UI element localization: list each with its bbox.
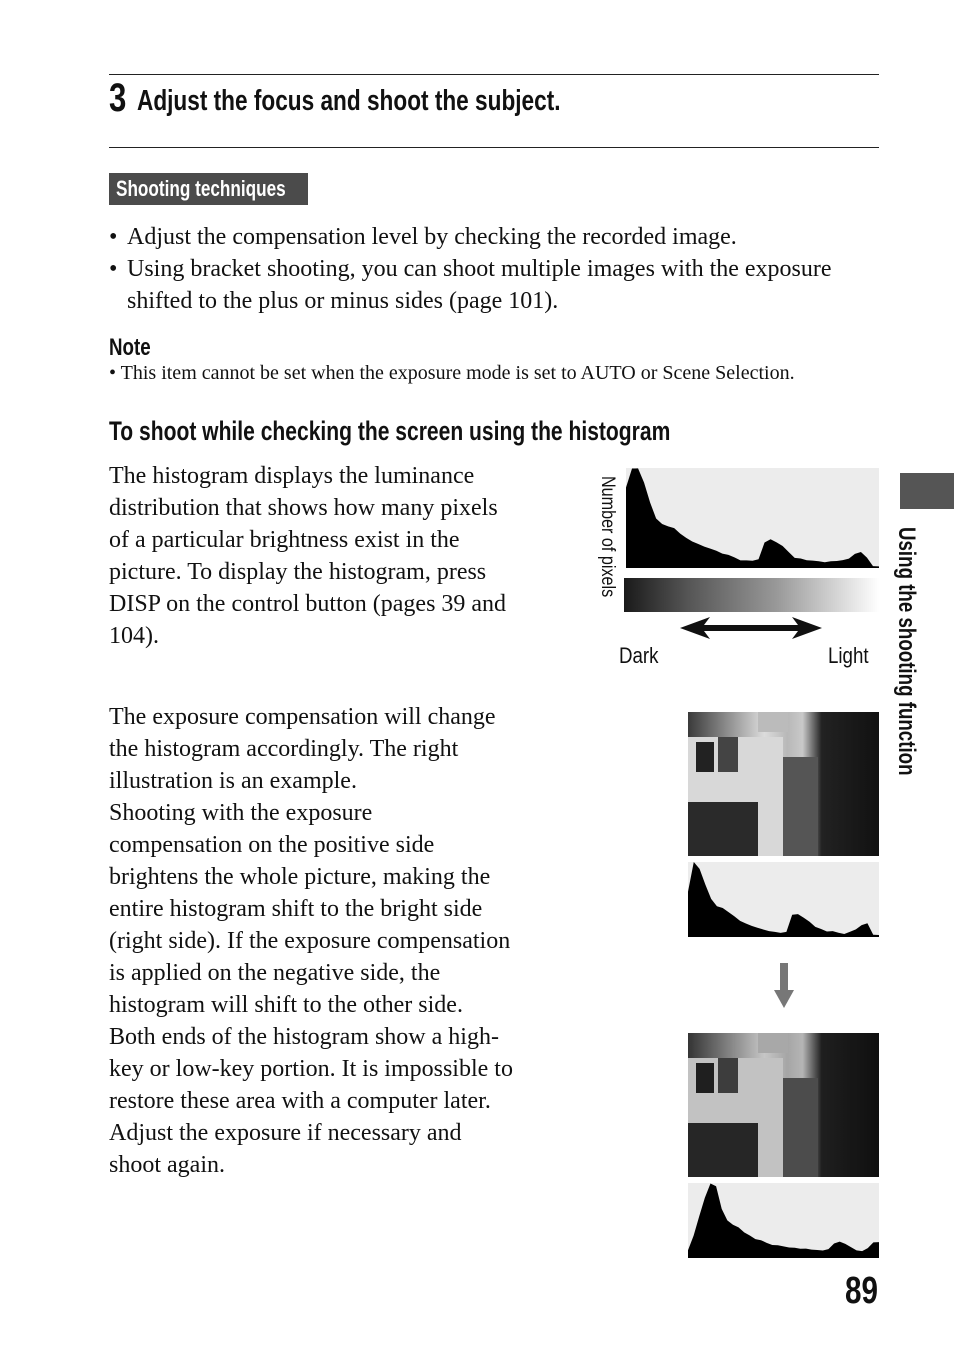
- paragraph-exposure: The exposure compensation will change the…: [109, 701, 513, 1181]
- paragraph-line: compensation on the positive side: [109, 829, 513, 861]
- paragraph-line: DISP on the control button (pages 39 and: [109, 588, 506, 620]
- step-number: 3: [109, 76, 126, 121]
- example-photo-after: [688, 1033, 879, 1177]
- side-tab-marker: [900, 473, 954, 509]
- paragraph-line: shoot again.: [109, 1149, 513, 1181]
- bullet-1-text: Adjust the compensation level by checkin…: [127, 221, 737, 253]
- bottom-rule: [109, 147, 879, 148]
- paragraph-line: The exposure compensation will change: [109, 701, 513, 733]
- paragraph-line: Both ends of the histogram show a high-: [109, 1021, 513, 1053]
- bullet-1: • Adjust the compensation level by checki…: [109, 221, 117, 253]
- paragraph-line: restore these area with a computer later…: [109, 1085, 513, 1117]
- bullet-2: • Using bracket shooting, you can shoot m…: [109, 253, 117, 285]
- dark-label: Dark: [619, 643, 658, 669]
- light-label: Light: [828, 643, 869, 669]
- techniques-badge: Shooting techniques: [109, 173, 308, 205]
- paragraph-line: key or low-key portion. It is impossible…: [109, 1053, 513, 1085]
- paragraph-line: the histogram accordingly. The right: [109, 733, 513, 765]
- paragraph-line: entire histogram shift to the bright sid…: [109, 893, 513, 925]
- down-arrow-icon: [774, 963, 794, 1008]
- note-text: • This item cannot be set when the expos…: [109, 362, 795, 385]
- paragraph-histogram: The histogram displays the luminance dist…: [109, 460, 506, 652]
- bullet-2-text-cont: shifted to the plus or minus sides (page…: [127, 285, 558, 317]
- histogram-before: [688, 862, 879, 937]
- histogram-main: [626, 468, 879, 568]
- y-axis-label-wrap: Number of pixels: [598, 476, 618, 626]
- step-title: Adjust the focus and shoot the subject.: [137, 85, 561, 118]
- histogram-after: [688, 1183, 879, 1258]
- paragraph-line: (right side). If the exposure compensati…: [109, 925, 513, 957]
- paragraph-line: of a particular brightness exist in the: [109, 524, 506, 556]
- note-text-content: This item cannot be set when the exposur…: [121, 362, 795, 384]
- example-photo-before: [688, 712, 879, 856]
- manual-page: 3 Adjust the focus and shoot the subject…: [0, 0, 954, 1345]
- paragraph-line: The histogram displays the luminance: [109, 460, 506, 492]
- techniques-label: Shooting techniques: [116, 176, 286, 202]
- bullet-2-text: Using bracket shooting, you can shoot mu…: [127, 253, 832, 285]
- paragraph-line: Shooting with the exposure: [109, 797, 513, 829]
- paragraph-line: illustration is an example.: [109, 765, 513, 797]
- paragraph-line: is applied on the negative side, the: [109, 957, 513, 989]
- side-tab-label: Using the shooting function: [892, 527, 920, 776]
- paragraph-line: picture. To display the histogram, press: [109, 556, 506, 588]
- note-label: Note: [109, 334, 151, 362]
- paragraph-line: 104).: [109, 620, 506, 652]
- top-rule: [109, 74, 879, 75]
- section-title: To shoot while checking the screen using…: [109, 416, 670, 447]
- y-axis-label: Number of pixels: [596, 476, 618, 597]
- luminance-gradient-bar: [624, 578, 879, 612]
- paragraph-line: histogram will shift to the other side.: [109, 989, 513, 1021]
- paragraph-line: brightens the whole picture, making the: [109, 861, 513, 893]
- paragraph-line: Adjust the exposure if necessary and: [109, 1117, 513, 1149]
- page-number: 89: [845, 1270, 878, 1313]
- dark-light-arrow-icon: [680, 616, 822, 640]
- paragraph-line: distribution that shows how many pixels: [109, 492, 506, 524]
